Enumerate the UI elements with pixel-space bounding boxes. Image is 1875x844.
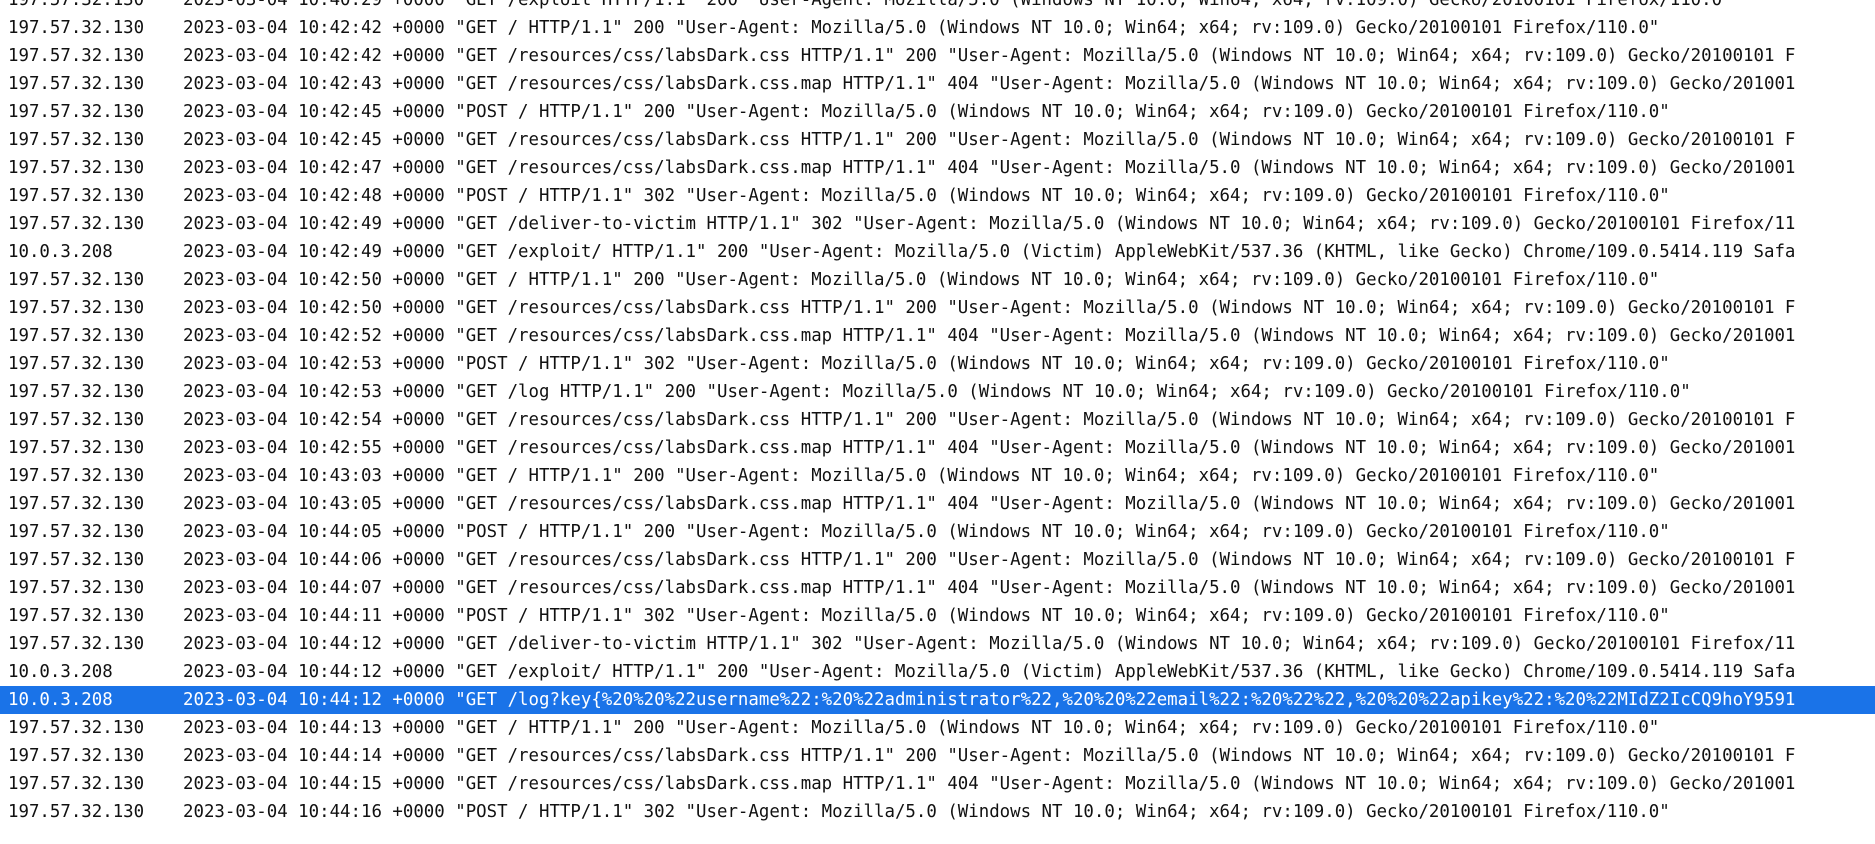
log-entry-text: 2023-03-04 10:44:05 +0000 "POST / HTTP/1… bbox=[183, 522, 1670, 542]
log-row[interactable]: 10.0.3.208 2023-03-04 10:44:12 +0000 "GET… bbox=[0, 658, 1875, 686]
log-row[interactable]: 197.57.32.130 2023-03-04 10:44:14 +0000 "… bbox=[0, 742, 1875, 770]
log-ip-address: 197.57.32.130 bbox=[8, 634, 145, 654]
log-entry-text: 2023-03-04 10:42:50 +0000 "GET /resource… bbox=[183, 298, 1796, 318]
log-row[interactable]: 197.57.32.130 2023-03-04 10:40:29 +0000 "… bbox=[0, 0, 1875, 14]
log-ip-address: 197.57.32.130 bbox=[8, 214, 145, 234]
log-ip-address: 197.57.32.130 bbox=[8, 438, 145, 458]
log-row[interactable]: 197.57.32.130 2023-03-04 10:44:15 +0000 "… bbox=[0, 770, 1875, 798]
log-row[interactable]: 197.57.32.130 2023-03-04 10:42:42 +0000 "… bbox=[0, 14, 1875, 42]
log-entry-text: 2023-03-04 10:43:05 +0000 "GET /resource… bbox=[183, 494, 1796, 514]
log-ip-address: 10.0.3.208 bbox=[8, 242, 113, 262]
log-entry-text: 2023-03-04 10:44:13 +0000 "GET / HTTP/1.… bbox=[183, 718, 1660, 738]
log-entry-text: 2023-03-04 10:44:14 +0000 "GET /resource… bbox=[183, 746, 1796, 766]
log-ip-address: 197.57.32.130 bbox=[8, 298, 145, 318]
log-row[interactable]: 197.57.32.130 2023-03-04 10:43:05 +0000 "… bbox=[0, 490, 1875, 518]
log-row[interactable]: 197.57.32.130 2023-03-04 10:42:52 +0000 "… bbox=[0, 322, 1875, 350]
log-entry-text: 2023-03-04 10:44:06 +0000 "GET /resource… bbox=[183, 550, 1796, 570]
log-ip-address: 197.57.32.130 bbox=[8, 130, 145, 150]
log-entry-text: 2023-03-04 10:42:54 +0000 "GET /resource… bbox=[183, 410, 1796, 430]
log-entry-text: 2023-03-04 10:44:16 +0000 "POST / HTTP/1… bbox=[183, 802, 1670, 822]
log-row[interactable]: 197.57.32.130 2023-03-04 10:42:48 +0000 "… bbox=[0, 182, 1875, 210]
log-ip-address: 10.0.3.208 bbox=[8, 690, 113, 710]
log-ip-address: 197.57.32.130 bbox=[8, 158, 145, 178]
log-entry-text: 2023-03-04 10:42:55 +0000 "GET /resource… bbox=[183, 438, 1796, 458]
log-ip-address: 197.57.32.130 bbox=[8, 410, 145, 430]
log-ip-address: 197.57.32.130 bbox=[8, 746, 145, 766]
log-ip-address: 197.57.32.130 bbox=[8, 46, 145, 66]
log-ip-address: 197.57.32.130 bbox=[8, 802, 145, 822]
log-ip-address: 197.57.32.130 bbox=[8, 522, 145, 542]
log-ip-address: 197.57.32.130 bbox=[8, 18, 145, 38]
log-entry-text: 2023-03-04 10:42:53 +0000 "GET /log HTTP… bbox=[183, 382, 1691, 402]
log-entry-text: 2023-03-04 10:42:50 +0000 "GET / HTTP/1.… bbox=[183, 270, 1660, 290]
log-row[interactable]: 197.57.32.130 2023-03-04 10:44:13 +0000 "… bbox=[0, 714, 1875, 742]
log-ip-address: 197.57.32.130 bbox=[8, 102, 145, 122]
log-row[interactable]: 197.57.32.130 2023-03-04 10:42:53 +0000 "… bbox=[0, 378, 1875, 406]
log-row[interactable]: 197.57.32.130 2023-03-04 10:44:07 +0000 "… bbox=[0, 574, 1875, 602]
log-row[interactable]: 197.57.32.130 2023-03-04 10:44:16 +0000 "… bbox=[0, 798, 1875, 826]
log-entry-text: 2023-03-04 10:42:45 +0000 "GET /resource… bbox=[183, 130, 1796, 150]
log-row[interactable]: 197.57.32.130 2023-03-04 10:44:11 +0000 "… bbox=[0, 602, 1875, 630]
log-row[interactable]: 197.57.32.130 2023-03-04 10:44:12 +0000 "… bbox=[0, 630, 1875, 658]
log-entry-text: 2023-03-04 10:44:11 +0000 "POST / HTTP/1… bbox=[183, 606, 1670, 626]
log-entry-text: 2023-03-04 10:44:12 +0000 "GET /log?key{… bbox=[183, 690, 1796, 710]
log-ip-address: 197.57.32.130 bbox=[8, 0, 145, 10]
log-entry-text: 2023-03-04 10:42:45 +0000 "POST / HTTP/1… bbox=[183, 102, 1670, 122]
log-ip-address: 197.57.32.130 bbox=[8, 382, 145, 402]
log-ip-address: 197.57.32.130 bbox=[8, 186, 145, 206]
log-entry-text: 2023-03-04 10:42:49 +0000 "GET /deliver-… bbox=[183, 214, 1796, 234]
log-ip-address: 197.57.32.130 bbox=[8, 774, 145, 794]
log-row[interactable]: 197.57.32.130 2023-03-04 10:42:43 +0000 "… bbox=[0, 70, 1875, 98]
log-entry-text: 2023-03-04 10:40:29 +0000 "GET /exploit … bbox=[183, 0, 1733, 10]
log-row[interactable]: 197.57.32.130 2023-03-04 10:43:03 +0000 "… bbox=[0, 462, 1875, 490]
log-entry-text: 2023-03-04 10:42:42 +0000 "GET / HTTP/1.… bbox=[183, 18, 1660, 38]
log-entry-text: 2023-03-04 10:42:43 +0000 "GET /resource… bbox=[183, 74, 1796, 94]
log-entry-text: 2023-03-04 10:43:03 +0000 "GET / HTTP/1.… bbox=[183, 466, 1660, 486]
log-entry-text: 2023-03-04 10:42:42 +0000 "GET /resource… bbox=[183, 46, 1796, 66]
log-ip-address: 10.0.3.208 bbox=[8, 662, 113, 682]
log-row[interactable]: 197.57.32.130 2023-03-04 10:42:47 +0000 "… bbox=[0, 154, 1875, 182]
log-entry-text: 2023-03-04 10:44:12 +0000 "GET /deliver-… bbox=[183, 634, 1796, 654]
log-entry-text: 2023-03-04 10:42:52 +0000 "GET /resource… bbox=[183, 326, 1796, 346]
log-ip-address: 197.57.32.130 bbox=[8, 578, 145, 598]
log-entry-text: 2023-03-04 10:42:49 +0000 "GET /exploit/… bbox=[183, 242, 1796, 262]
log-ip-address: 197.57.32.130 bbox=[8, 718, 145, 738]
log-entry-text: 2023-03-04 10:42:47 +0000 "GET /resource… bbox=[183, 158, 1796, 178]
log-row[interactable]: 197.57.32.130 2023-03-04 10:42:49 +0000 "… bbox=[0, 210, 1875, 238]
log-row[interactable]: 197.57.32.130 2023-03-04 10:42:42 +0000 "… bbox=[0, 42, 1875, 70]
log-row[interactable]: 197.57.32.130 2023-03-04 10:42:53 +0000 "… bbox=[0, 350, 1875, 378]
log-row[interactable]: 197.57.32.130 2023-03-04 10:42:45 +0000 "… bbox=[0, 98, 1875, 126]
log-ip-address: 197.57.32.130 bbox=[8, 74, 145, 94]
log-ip-address: 197.57.32.130 bbox=[8, 606, 145, 626]
log-entry-text: 2023-03-04 10:44:07 +0000 "GET /resource… bbox=[183, 578, 1796, 598]
log-entry-text: 2023-03-04 10:42:48 +0000 "POST / HTTP/1… bbox=[183, 186, 1670, 206]
log-row[interactable]: 197.57.32.130 2023-03-04 10:42:50 +0000 "… bbox=[0, 266, 1875, 294]
access-log-view[interactable]: 197.57.32.130 2023-03-04 10:40:29 +0000 "… bbox=[0, 0, 1875, 844]
log-row[interactable]: 197.57.32.130 2023-03-04 10:42:50 +0000 "… bbox=[0, 294, 1875, 322]
log-ip-address: 197.57.32.130 bbox=[8, 270, 145, 290]
log-row[interactable]: 197.57.32.130 2023-03-04 10:42:54 +0000 "… bbox=[0, 406, 1875, 434]
log-entry-text: 2023-03-04 10:42:53 +0000 "POST / HTTP/1… bbox=[183, 354, 1670, 374]
log-ip-address: 197.57.32.130 bbox=[8, 550, 145, 570]
log-ip-address: 197.57.32.130 bbox=[8, 326, 145, 346]
log-entry-text: 2023-03-04 10:44:15 +0000 "GET /resource… bbox=[183, 774, 1796, 794]
log-row[interactable]: 197.57.32.130 2023-03-04 10:44:05 +0000 "… bbox=[0, 518, 1875, 546]
log-row[interactable]: 10.0.3.208 2023-03-04 10:42:49 +0000 "GET… bbox=[0, 238, 1875, 266]
log-ip-address: 197.57.32.130 bbox=[8, 466, 145, 486]
log-entry-text: 2023-03-04 10:44:12 +0000 "GET /exploit/… bbox=[183, 662, 1796, 682]
log-ip-address: 197.57.32.130 bbox=[8, 354, 145, 374]
log-row[interactable]: 197.57.32.130 2023-03-04 10:44:06 +0000 "… bbox=[0, 546, 1875, 574]
log-row-selected[interactable]: 10.0.3.208 2023-03-04 10:44:12 +0000 "GET… bbox=[0, 686, 1875, 714]
log-ip-address: 197.57.32.130 bbox=[8, 494, 145, 514]
log-row[interactable]: 197.57.32.130 2023-03-04 10:42:55 +0000 "… bbox=[0, 434, 1875, 462]
log-row[interactable]: 197.57.32.130 2023-03-04 10:42:45 +0000 "… bbox=[0, 126, 1875, 154]
